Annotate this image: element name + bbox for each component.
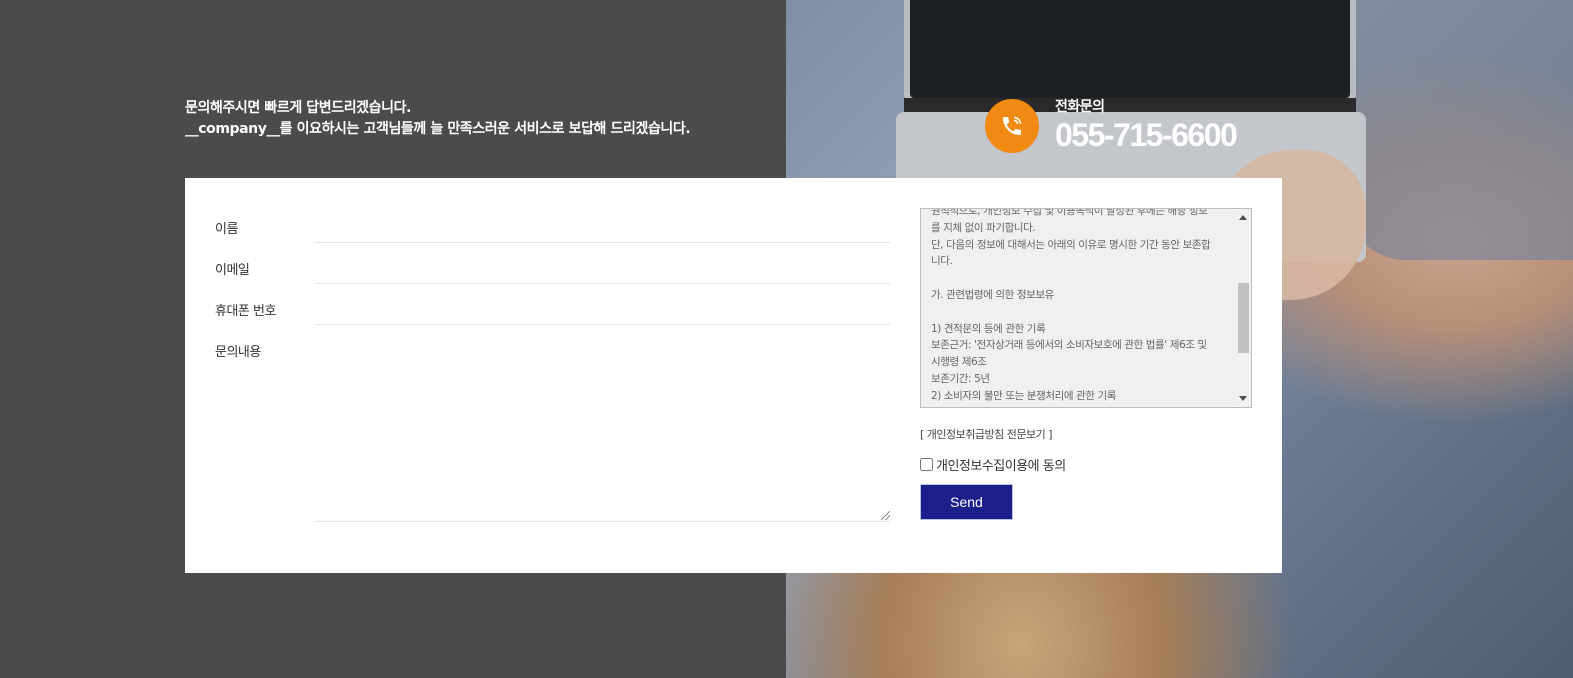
message-textarea[interactable] xyxy=(315,335,890,522)
privacy-policy-link[interactable]: [ 개인정보취급방침 전문보기 ] xyxy=(920,426,1053,442)
policy-line: 를 지체 없이 파기합니다. xyxy=(931,221,1036,234)
phone-label: 전화문의 xyxy=(1055,99,1105,115)
policy-line: 보존기간: 5년 xyxy=(931,372,990,385)
privacy-agree-label[interactable]: 개인정보수집이용에 동의 xyxy=(936,455,1066,474)
email-label: 이메일 xyxy=(215,263,250,278)
policy-line: 가. 관련법령에 의한 정보보유 xyxy=(931,288,1054,301)
policy-line: 니다. xyxy=(931,255,953,268)
privacy-policy-text: 원칙적으로, 개인정보 수집 및 이용목적이 달성된 후에는 해당 정보 를 지… xyxy=(931,208,1223,405)
policy-line: 1) 견적문의 등에 관한 기록 xyxy=(931,322,1046,335)
scroll-up-arrow-icon[interactable] xyxy=(1239,215,1247,220)
policy-scrollbar[interactable] xyxy=(1236,209,1251,407)
policy-line: 보존근거: '전자상거래 등에서의 소비자보호에 관한 법률' 제6조 및 xyxy=(931,339,1207,352)
intro-line-2: __company__를 이요하시는 고객님들께 늘 만족스러운 서비스로 보답… xyxy=(185,121,691,137)
phone-icon xyxy=(985,99,1039,153)
policy-line: 2) 소비자의 불만 또는 분쟁처리에 관한 기록 xyxy=(931,389,1117,402)
resize-handle-icon[interactable] xyxy=(881,511,890,520)
mobile-label: 휴대폰 번호 xyxy=(215,304,276,319)
phone-number[interactable]: 055-715-6600 xyxy=(1055,116,1238,154)
scroll-down-arrow-icon[interactable] xyxy=(1239,396,1247,401)
intro-text: 문의해주시면 빠르게 답변드리겠습니다. __company__를 이요하시는 … xyxy=(185,98,691,140)
name-label: 이름 xyxy=(215,222,238,237)
privacy-agree-row[interactable]: 개인정보수집이용에 동의 xyxy=(920,455,1066,474)
message-label: 문의내용 xyxy=(215,345,261,360)
policy-line: 원칙적으로, 개인정보 수집 및 이용목적이 달성된 후에는 해당 정보 xyxy=(931,208,1208,217)
inquiry-form-card: 이름 이메일 휴대폰 번호 문의내용 원칙적으로, 개인정보 수집 및 이용목적… xyxy=(185,178,1282,573)
phone-contact: 전화문의 055-715-6600 xyxy=(985,98,1238,154)
mobile-input[interactable] xyxy=(315,296,890,325)
couch-shape xyxy=(1346,0,1573,260)
policy-line: 시행령 제6조 xyxy=(931,356,987,369)
scroll-thumb[interactable] xyxy=(1238,283,1249,353)
policy-line xyxy=(931,304,1223,321)
privacy-policy-box[interactable]: 원칙적으로, 개인정보 수집 및 이용목적이 달성된 후에는 해당 정보 를 지… xyxy=(920,208,1252,408)
policy-line: 단, 다음의 정보에 대해서는 아래의 이유로 명시한 기간 동안 보존합 xyxy=(931,238,1211,251)
laptop-screen xyxy=(904,0,1356,104)
send-button[interactable]: Send xyxy=(920,484,1013,520)
policy-line xyxy=(931,270,1223,287)
privacy-agree-checkbox[interactable] xyxy=(920,458,933,471)
name-input[interactable] xyxy=(315,214,890,243)
email-input[interactable] xyxy=(315,255,890,284)
intro-line-1: 문의해주시면 빠르게 답변드리겠습니다. xyxy=(185,100,412,116)
